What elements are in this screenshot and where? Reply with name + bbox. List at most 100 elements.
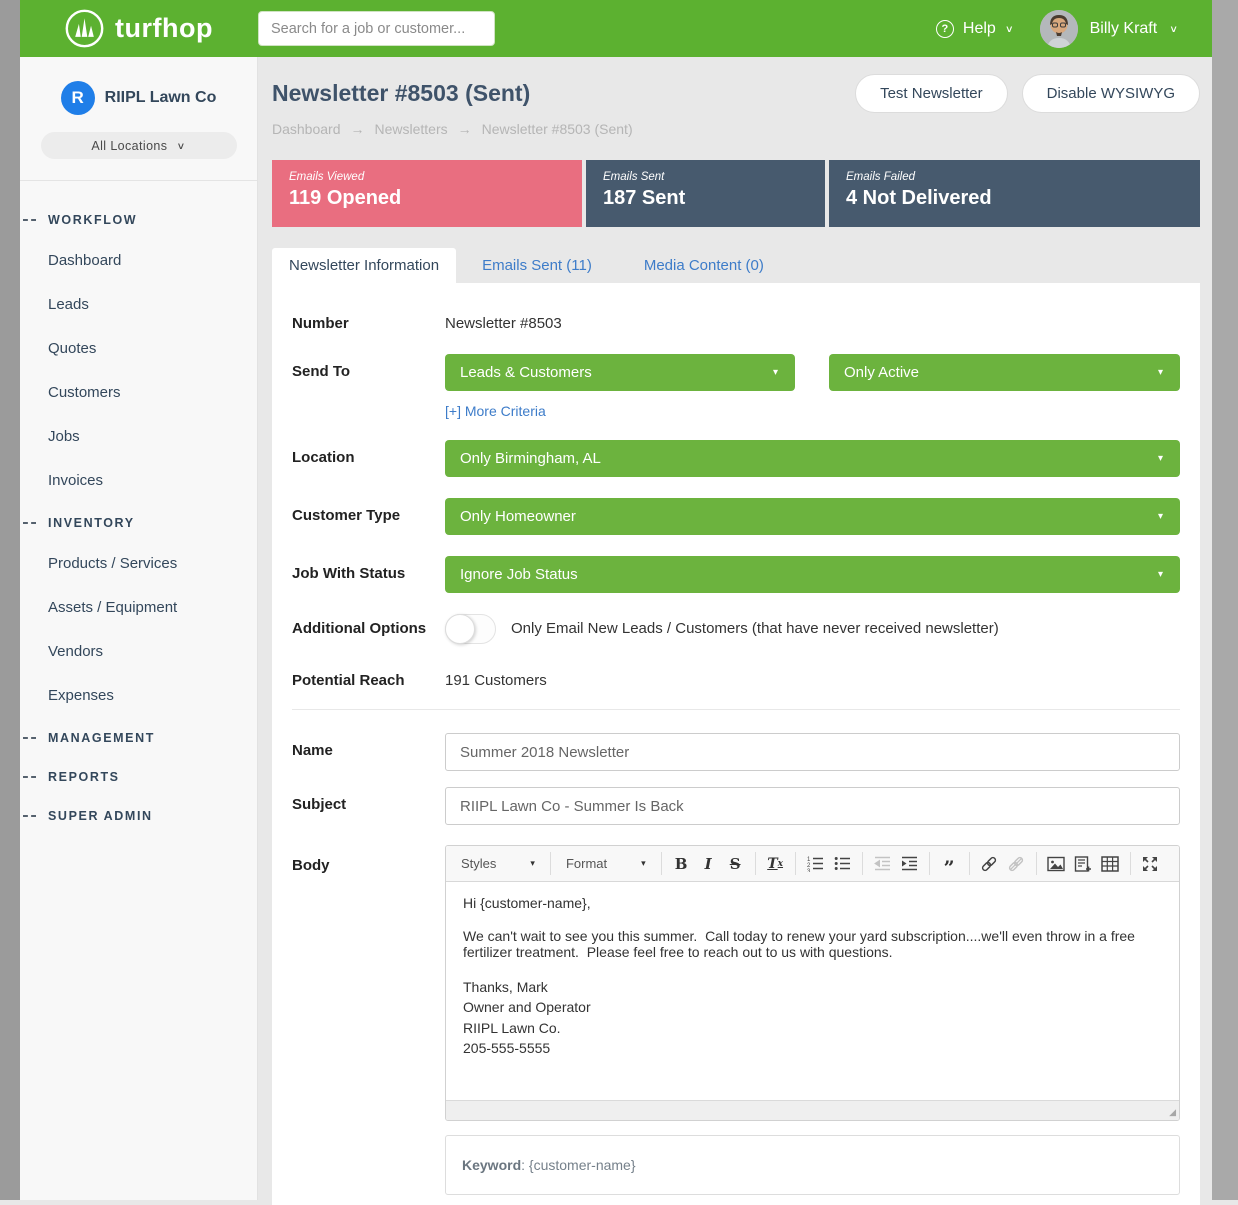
additional-options-label: Additional Options [292, 614, 445, 644]
sidebar-section-management[interactable]: MANAGEMENT [20, 731, 257, 745]
caret-down-icon: ▾ [641, 858, 646, 869]
sidebar-section-reports[interactable]: REPORTS [20, 770, 257, 784]
decrease-indent-button[interactable] [869, 851, 896, 877]
main-content: Newsletter #8503 (Sent) Test Newsletter … [258, 57, 1212, 1200]
subject-label: Subject [292, 787, 445, 825]
help-label: Help [963, 20, 996, 38]
new-leads-only-toggle[interactable] [445, 614, 496, 644]
section-dash-icon [23, 776, 36, 778]
company-logo: R [61, 81, 95, 115]
more-criteria-link[interactable]: [+] More Criteria [445, 403, 546, 419]
italic-button[interactable]: I [695, 851, 722, 877]
blockquote-button[interactable]: ” [936, 851, 963, 877]
chevron-down-icon: ∨ [1169, 23, 1178, 34]
section-dash-icon [23, 219, 36, 221]
sidebar-item-vendors[interactable]: Vendors [20, 643, 257, 660]
stat-emails-sent: Emails Sent 187 Sent [586, 160, 825, 227]
styles-dropdown[interactable]: Styles ▾ [452, 851, 544, 877]
user-name: Billy Kraft [1090, 20, 1158, 38]
maximize-button[interactable] [1137, 851, 1164, 877]
help-menu[interactable]: ? Help ∨ [936, 20, 1014, 38]
sidebar-item-products-services[interactable]: Products / Services [20, 555, 257, 572]
body-signature: Thanks, Mark Owner and Operator RIIPL La… [463, 977, 1162, 1058]
name-input[interactable] [445, 733, 1180, 771]
breadcrumb-dashboard[interactable]: Dashboard [272, 121, 341, 137]
sidebar-item-expenses[interactable]: Expenses [20, 687, 257, 704]
brand-name: turfhop [115, 13, 213, 44]
sidebar-item-leads[interactable]: Leads [20, 296, 257, 313]
body-label: Body [292, 845, 445, 1195]
company-header[interactable]: R RIIPL Lawn Co [20, 81, 257, 115]
active-filter-select[interactable]: Only Active ▾ [829, 354, 1180, 391]
sidebar-section-super-admin[interactable]: SUPER ADMIN [20, 809, 257, 823]
grass-logo-icon [64, 8, 105, 49]
locations-label: All Locations [91, 139, 167, 153]
stat-emails-failed: Emails Failed 4 Not Delivered [829, 160, 1200, 227]
toggle-description: Only Email New Leads / Customers (that h… [511, 614, 999, 637]
tab-newsletter-information[interactable]: Newsletter Information [272, 248, 456, 283]
number-label: Number [292, 313, 445, 332]
customer-type-label: Customer Type [292, 498, 445, 535]
subject-input[interactable] [445, 787, 1180, 825]
insert-image-button[interactable] [1043, 851, 1070, 877]
toggle-knob [445, 614, 475, 644]
user-menu[interactable]: Billy Kraft ∨ [1040, 10, 1178, 48]
breadcrumb-newsletters[interactable]: Newsletters [375, 121, 448, 137]
top-bar-right: ? Help ∨ Billy Kraft ∨ [936, 0, 1202, 57]
keyword-hint: Keyword: {customer-name} [445, 1135, 1180, 1195]
window-edge-right[interactable] [1212, 0, 1238, 1200]
breadcrumb-arrow-icon: → [458, 121, 472, 137]
send-to-select[interactable]: Leads & Customers ▾ [445, 354, 795, 391]
caret-down-icon: ▾ [530, 858, 535, 869]
customer-type-select[interactable]: Only Homeowner ▾ [445, 498, 1180, 535]
sidebar-section-workflow[interactable]: WORKFLOW [20, 213, 257, 227]
insert-table-button[interactable] [1097, 851, 1124, 877]
tab-emails-sent[interactable]: Emails Sent (11) [456, 248, 618, 283]
keyword-label: Keyword [462, 1157, 521, 1173]
top-bar: turfhop ? Help ∨ [20, 0, 1212, 57]
remove-format-button[interactable]: Tx [762, 851, 789, 877]
editor-resize-bar: ◢ [446, 1100, 1179, 1120]
link-button[interactable] [976, 851, 1003, 877]
stats-row: Emails Viewed 119 Opened Emails Sent 187… [272, 160, 1200, 227]
sidebar-item-customers[interactable]: Customers [20, 384, 257, 401]
resize-handle-icon[interactable]: ◢ [1169, 1107, 1176, 1118]
numbered-list-button[interactable]: 1 2 3 [802, 851, 829, 877]
tab-media-content[interactable]: Media Content (0) [618, 248, 790, 283]
editor-body[interactable]: Hi {customer-name}, We can't wait to see… [446, 882, 1179, 1100]
job-status-select[interactable]: Ignore Job Status ▾ [445, 556, 1180, 593]
form-divider [292, 709, 1180, 710]
location-select[interactable]: Only Birmingham, AL ▾ [445, 440, 1180, 477]
caret-down-icon: ▾ [1158, 453, 1163, 464]
breadcrumb-arrow-icon: → [351, 121, 365, 137]
disable-wysiwyg-button[interactable]: Disable WYSIWYG [1022, 74, 1200, 113]
brand-logo[interactable]: turfhop [64, 8, 213, 49]
bulleted-list-button[interactable] [829, 851, 856, 877]
breadcrumb-current: Newsletter #8503 (Sent) [482, 121, 633, 137]
chevron-down-icon: ∨ [1005, 23, 1014, 34]
sidebar-item-dashboard[interactable]: Dashboard [20, 252, 257, 269]
bold-button[interactable]: B [668, 851, 695, 877]
section-dash-icon [23, 815, 36, 817]
avatar [1040, 10, 1078, 48]
caret-down-icon: ▾ [1158, 569, 1163, 580]
app-window: turfhop ? Help ∨ [20, 0, 1212, 1200]
chevron-down-icon: ∨ [176, 140, 185, 151]
test-newsletter-button[interactable]: Test Newsletter [855, 74, 1008, 113]
insert-media-button[interactable] [1070, 851, 1097, 877]
sidebar-item-invoices[interactable]: Invoices [20, 472, 257, 489]
unlink-button[interactable] [1003, 851, 1030, 877]
strikethrough-button[interactable]: S [722, 851, 749, 877]
sidebar-item-assets-equipment[interactable]: Assets / Equipment [20, 599, 257, 616]
sidebar-item-quotes[interactable]: Quotes [20, 340, 257, 357]
window-edge-left [0, 0, 20, 1200]
sidebar-item-jobs[interactable]: Jobs [20, 428, 257, 445]
page-title: Newsletter #8503 (Sent) [272, 80, 530, 107]
format-dropdown[interactable]: Format ▾ [557, 851, 655, 877]
search-input[interactable] [258, 11, 495, 46]
sidebar-section-inventory[interactable]: INVENTORY [20, 516, 257, 530]
stat-emails-viewed: Emails Viewed 119 Opened [272, 160, 582, 227]
increase-indent-button[interactable] [896, 851, 923, 877]
locations-dropdown[interactable]: All Locations ∨ [41, 132, 237, 159]
caret-down-icon: ▾ [1158, 511, 1163, 522]
